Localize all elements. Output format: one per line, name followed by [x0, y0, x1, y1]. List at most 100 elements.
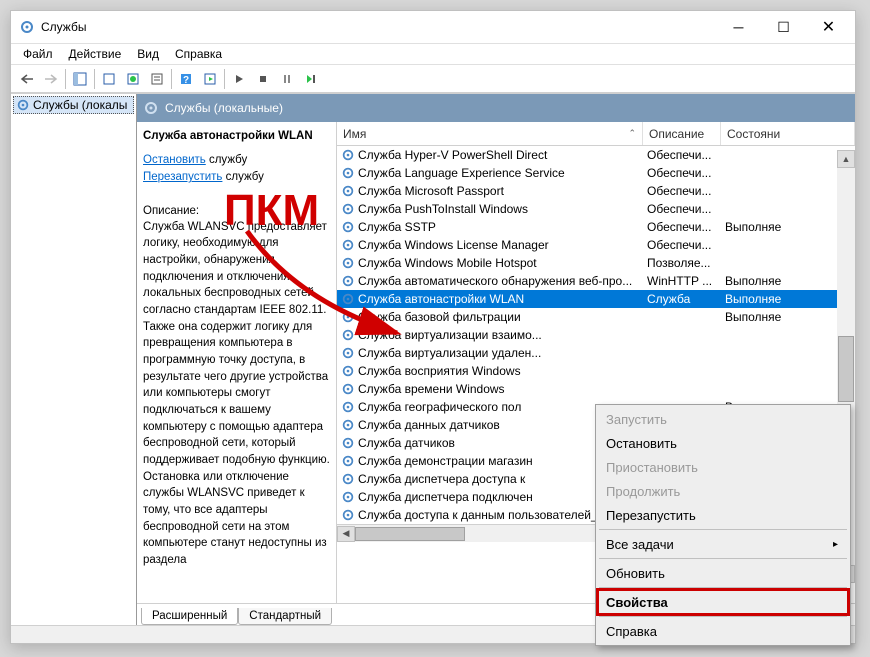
gear-icon — [341, 472, 355, 486]
service-row[interactable]: Служба PushToInstall WindowsОбеспечи... — [337, 200, 855, 218]
col-name[interactable]: Имя⌃ — [337, 122, 643, 145]
app-icon — [19, 19, 35, 35]
tree-pane[interactable]: Службы (локалы — [11, 94, 137, 625]
tree-item-label: Службы (локалы — [33, 98, 127, 112]
show-hide-button[interactable] — [68, 67, 92, 91]
stop-suffix: службу — [206, 154, 247, 166]
tab-standard[interactable]: Стандартный — [238, 608, 332, 625]
service-row[interactable]: Служба виртуализации взаимо... — [337, 326, 855, 344]
tab-expanded[interactable]: Расширенный — [141, 608, 238, 625]
row-name: Служба виртуализации удален... — [358, 346, 541, 360]
scroll-left-icon[interactable]: ◀ — [337, 526, 355, 542]
export-button[interactable] — [97, 67, 121, 91]
stop-button[interactable] — [251, 67, 275, 91]
gear-icon — [341, 202, 355, 216]
ctx-start: Запустить — [598, 407, 848, 431]
desc-text: Служба WLANSVC предоставляет логику, нео… — [143, 219, 330, 569]
gear-icon — [341, 328, 355, 342]
gear-icon — [143, 100, 159, 116]
menu-help[interactable]: Справка — [167, 45, 230, 63]
help-button[interactable]: ? — [174, 67, 198, 91]
close-button[interactable]: ✕ — [806, 12, 851, 42]
pause-button[interactable] — [275, 67, 299, 91]
maximize-button[interactable]: ☐ — [761, 12, 806, 42]
play-button[interactable] — [227, 67, 251, 91]
service-row[interactable]: Служба Hyper-V PowerShell Direct Обеспечи… — [337, 146, 855, 164]
gear-icon — [341, 166, 355, 180]
ctx-continue: Продолжить — [598, 479, 848, 503]
hscroll-thumb[interactable] — [355, 527, 465, 541]
service-row[interactable]: Служба Windows Mobile HotspotПозволяе... — [337, 254, 855, 272]
titlebar[interactable]: Службы ─ ☐ ✕ — [11, 11, 855, 43]
service-row[interactable]: Служба восприятия Windows — [337, 362, 855, 380]
service-row[interactable]: Служба автонастройки WLANСлужбаВыполняе — [337, 290, 855, 308]
gear-icon — [341, 490, 355, 504]
vscroll-thumb[interactable] — [838, 336, 854, 402]
gear-icon — [341, 238, 355, 252]
ctx-all-tasks[interactable]: Все задачи — [598, 532, 848, 556]
gear-icon — [341, 184, 355, 198]
props-button[interactable] — [145, 67, 169, 91]
col-description[interactable]: Описание — [643, 122, 721, 145]
row-state: Выполняе — [721, 274, 855, 288]
gear-icon — [341, 418, 355, 432]
service-row[interactable]: Служба Windows License Manager Обеспечи..… — [337, 236, 855, 254]
ctx-restart[interactable]: Перезапустить — [598, 503, 848, 527]
gear-icon — [16, 98, 30, 112]
service-row[interactable]: Служба времени Windows — [337, 380, 855, 398]
row-name: Служба доступа к данным пользователей_dч… — [358, 508, 630, 522]
stop-link[interactable]: Остановить — [143, 154, 206, 166]
ctx-properties[interactable]: Свойства — [598, 590, 848, 614]
service-row[interactable]: Служба базовой фильтрацииВыполняе — [337, 308, 855, 326]
col-state[interactable]: Состояни — [721, 122, 855, 145]
row-name: Служба Language Experience Service — [358, 166, 565, 180]
scroll-up-icon[interactable]: ▲ — [837, 150, 855, 168]
service-row[interactable]: Служба Language Experience ServiceОбеспе… — [337, 164, 855, 182]
service-row[interactable]: Служба виртуализации удален... — [337, 344, 855, 362]
row-name: Служба виртуализации взаимо... — [358, 328, 542, 342]
service-row[interactable]: Служба SSTPОбеспечи...Выполняе — [337, 218, 855, 236]
gear-icon — [341, 508, 355, 522]
list-header-label: Службы (локальные) — [165, 101, 283, 115]
minimize-button[interactable]: ─ — [716, 12, 761, 42]
menu-action[interactable]: Действие — [61, 45, 130, 63]
row-name: Служба данных датчиков — [358, 418, 500, 432]
ctx-stop[interactable]: Остановить — [598, 431, 848, 455]
menu-view[interactable]: Вид — [129, 45, 167, 63]
window-title: Службы — [41, 20, 716, 34]
services-window: Службы ─ ☐ ✕ Файл Действие Вид Справка ?… — [10, 10, 856, 644]
service-row[interactable]: Служба автоматического обнаружения веб-п… — [337, 272, 855, 290]
tree-item-services[interactable]: Службы (локалы — [13, 96, 134, 114]
action-button[interactable] — [198, 67, 222, 91]
forward-button[interactable] — [39, 67, 63, 91]
gear-icon — [341, 148, 355, 162]
back-button[interactable] — [15, 67, 39, 91]
detail-pane: Служба автонастройки WLAN Остановить слу… — [137, 122, 337, 603]
ctx-help[interactable]: Справка — [598, 619, 848, 643]
ctx-refresh[interactable]: Обновить — [598, 561, 848, 585]
row-desc: Обеспечи... — [643, 148, 721, 162]
list-header-bar: Службы (локальные) — [137, 94, 855, 122]
restart-suffix: службу — [222, 171, 263, 183]
toolbar: ? — [11, 65, 855, 93]
client-area: Службы (локалы Службы (локальные) Служба… — [11, 93, 855, 625]
restart-button[interactable] — [299, 67, 323, 91]
refresh-button[interactable] — [121, 67, 145, 91]
menu-file[interactable]: Файл — [15, 45, 61, 63]
row-name: Служба Windows Mobile Hotspot — [358, 256, 537, 270]
menubar: Файл Действие Вид Справка — [11, 43, 855, 65]
row-name: Служба базовой фильтрации — [358, 310, 521, 324]
row-desc: Обеспечи... — [643, 238, 721, 252]
row-name: Служба диспетчера доступа к — [358, 472, 525, 486]
row-name: Служба SSTP — [358, 220, 436, 234]
restart-link[interactable]: Перезапустить — [143, 171, 222, 183]
gear-icon — [341, 436, 355, 450]
column-headers: Имя⌃ Описание Состояни — [337, 122, 855, 146]
row-name: Служба Hyper-V PowerShell Direct — [358, 148, 547, 162]
row-state: Выполняе — [721, 220, 855, 234]
row-desc: WinHTTP ... — [643, 274, 721, 288]
row-name: Служба Windows License Manager — [358, 238, 549, 252]
row-desc: Обеспечи... — [643, 202, 721, 216]
row-name: Служба датчиков — [358, 436, 455, 450]
service-row[interactable]: Служба Microsoft PassportОбеспечи... — [337, 182, 855, 200]
